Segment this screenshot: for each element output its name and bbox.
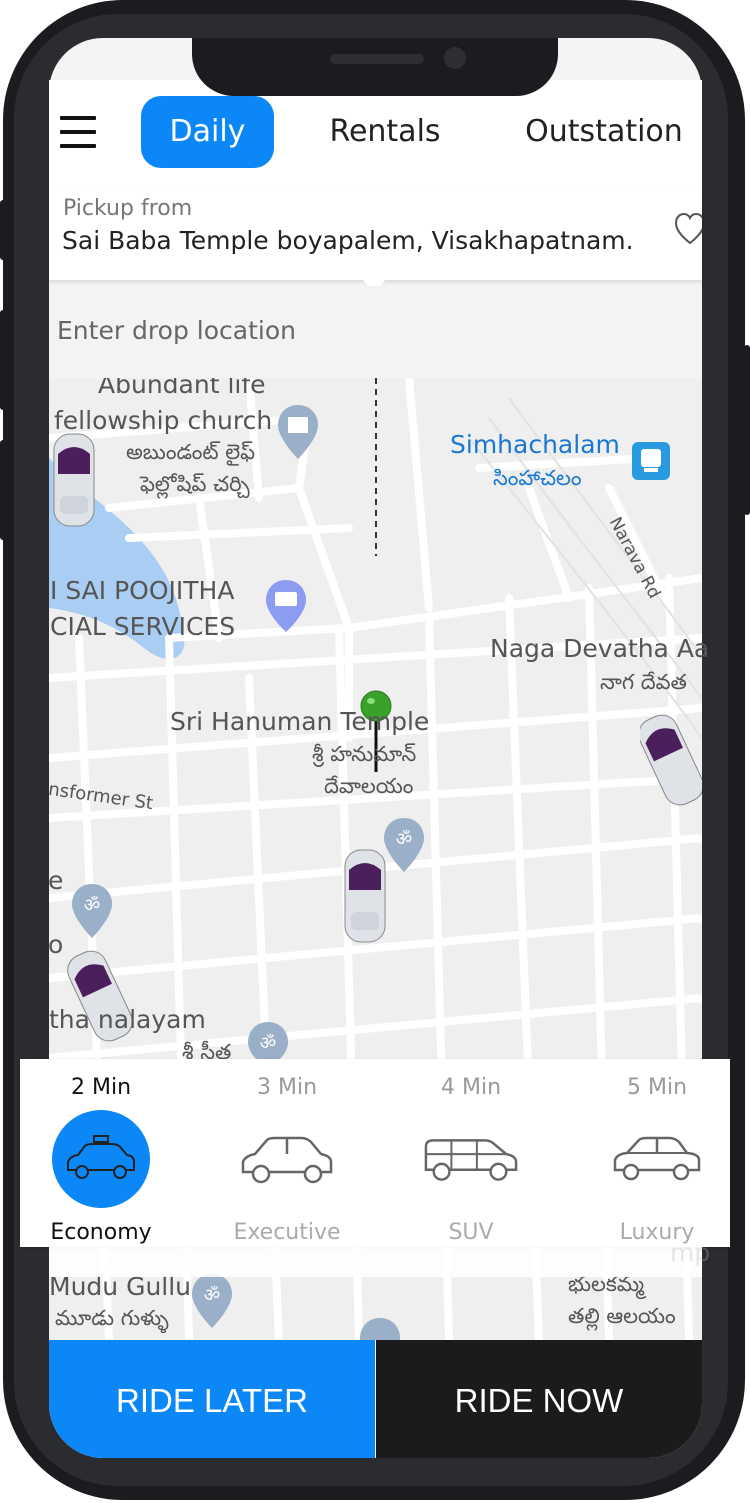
temple-icon[interactable] — [358, 1316, 402, 1340]
map-label: నాగ దేవత — [600, 670, 687, 694]
vehicle-eta: 5 Min — [626, 1075, 688, 1100]
heart-icon[interactable] — [672, 211, 702, 245]
svg-text:ॐ: ॐ — [396, 829, 412, 850]
map-label: ఫెల్లోషిప్ చర్చి — [140, 472, 250, 496]
map-label: fellowship church — [54, 406, 273, 435]
svg-text:ॐ: ॐ — [260, 1033, 276, 1054]
volume-button — [0, 310, 6, 410]
svg-text:ॐ: ॐ — [204, 1285, 220, 1306]
vehicle-name: Luxury — [619, 1220, 695, 1245]
vehicle-icon-bg — [422, 1110, 520, 1208]
tab-outstation[interactable]: Outstation — [521, 96, 687, 168]
power-button — [744, 345, 750, 515]
phone-notch — [192, 38, 558, 96]
vehicle-icon-bg — [608, 1110, 706, 1208]
vehicle-name: Executive — [233, 1220, 341, 1245]
tab-rentals[interactable]: Rentals — [316, 96, 454, 168]
map-label: అబుండంట్ లైఫ్ — [126, 440, 256, 464]
tab-daily[interactable]: Daily — [141, 96, 274, 168]
map-label: I SAI POOJITHA — [50, 576, 235, 605]
map-label: Sri Hanuman Temple — [170, 707, 430, 736]
vehicle-eta: 2 Min — [70, 1075, 132, 1100]
pickup-label: Pickup from — [63, 196, 193, 221]
volume-button — [0, 200, 6, 260]
vehicle-economy[interactable]: 2 Min Economy — [16, 1070, 186, 1245]
map-label: Naga Devatha Aa — [490, 634, 710, 663]
phone-camera — [444, 47, 466, 69]
hatchback-icon — [613, 1136, 701, 1181]
vehicle-eta: 4 Min — [440, 1075, 502, 1100]
vehicle-executive[interactable]: 3 Min Executive — [202, 1070, 372, 1245]
taxi-icon — [53, 433, 95, 527]
map-label: Simhachalam — [450, 430, 620, 459]
map-label: o — [48, 930, 64, 959]
ride-later-button[interactable]: RIDE LATER — [49, 1340, 375, 1458]
map-label: tha nalayam — [49, 1005, 206, 1034]
vehicle-eta: 3 Min — [256, 1075, 318, 1100]
hotel-icon[interactable] — [264, 578, 308, 634]
map-label: e — [48, 866, 64, 895]
vehicle-icon-bg — [52, 1110, 150, 1208]
map-label: తల్లి ఆలయం — [568, 1304, 676, 1328]
sedan-icon — [241, 1136, 333, 1184]
volume-button — [0, 440, 6, 540]
drop-location-input[interactable] — [57, 310, 357, 350]
pickup-address[interactable]: Sai Baba Temple boyapalem, Visakhapatnam… — [62, 226, 634, 255]
temple-icon[interactable]: ॐ — [70, 882, 114, 940]
map-label: సింహాచలం — [493, 466, 582, 490]
temple-icon[interactable]: ॐ — [246, 1020, 290, 1060]
taxi-icon — [67, 1135, 135, 1179]
taxi-icon — [344, 849, 386, 943]
taxi-icon — [640, 714, 702, 806]
map-label: CIAL SERVICES — [50, 612, 236, 641]
vehicle-luxury[interactable]: 5 Min Luxury — [572, 1070, 742, 1245]
map-label: శ్రీ హనుమాన్ — [312, 742, 417, 766]
svg-text:ॐ: ॐ — [84, 895, 100, 916]
hospital-icon[interactable] — [276, 403, 320, 461]
ride-now-button[interactable]: RIDE NOW — [376, 1340, 702, 1458]
temple-icon[interactable]: ॐ — [190, 1272, 234, 1330]
phone-speaker — [330, 54, 424, 64]
suv-icon — [424, 1139, 518, 1181]
menu-icon[interactable] — [60, 116, 96, 150]
map-label: దేవాలయం — [324, 774, 414, 798]
vehicle-selector-shadow — [49, 1247, 702, 1277]
vehicle-suv[interactable]: 4 Min SUV — [386, 1070, 556, 1245]
vehicle-name: SUV — [448, 1220, 494, 1245]
map-label: మూడు గుళ్ళు — [55, 1306, 169, 1330]
train-icon[interactable] — [630, 440, 672, 482]
vehicle-name: Economy — [50, 1220, 152, 1245]
temple-icon[interactable]: ॐ — [382, 816, 426, 874]
vehicle-icon-bg — [238, 1110, 336, 1208]
